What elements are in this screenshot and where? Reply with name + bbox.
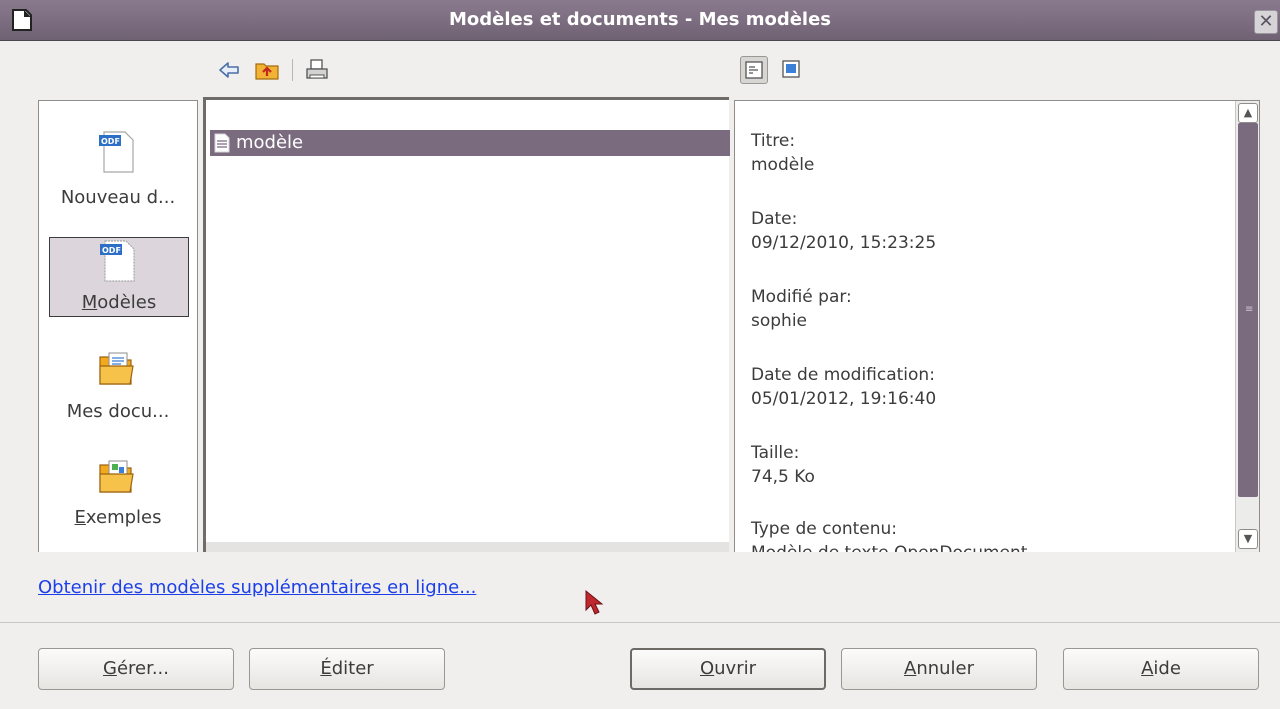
category-panel: ODF Nouveau d... ODF Modèles Mes docu...…: [38, 100, 198, 552]
property-label: Date:: [751, 209, 798, 229]
title-bar: Modèles et documents - Mes modèles ✕: [0, 0, 1280, 41]
open-button[interactable]: Ouvrir: [630, 648, 826, 690]
property-date: Date: 09/12/2010, 15:23:25: [751, 207, 936, 255]
window-title: Modèles et documents - Mes modèles: [448, 9, 832, 30]
category-label: Nouveau d...: [60, 187, 176, 208]
property-modification-date: Date de modification: 05/01/2012, 19:16:…: [751, 363, 936, 411]
property-value: sophie: [751, 311, 808, 331]
property-value: 05/01/2012, 19:16:40: [751, 389, 937, 409]
grip-icon: ≡: [1245, 304, 1254, 315]
document-preview-icon[interactable]: [778, 56, 806, 84]
property-content-type: Type de contenu: Modèle de texte OpenDoc…: [751, 517, 1027, 552]
document-properties-icon[interactable]: [740, 56, 768, 84]
list-item[interactable]: modèle: [210, 130, 730, 156]
folder-up-icon[interactable]: [254, 57, 280, 83]
divider: [0, 622, 1280, 623]
vertical-scrollbar[interactable]: ▲ ≡ ▼: [1235, 101, 1259, 552]
property-value: modèle: [751, 155, 815, 175]
examples-folder-icon: [99, 460, 134, 493]
property-label: Modifié par:: [751, 287, 852, 307]
category-examples[interactable]: Exemples: [39, 457, 197, 537]
back-arrow-icon[interactable]: [216, 57, 242, 83]
property-value: 74,5 Ko: [751, 467, 815, 487]
scrollbar-thumb[interactable]: ≡: [1238, 123, 1258, 497]
scroll-up-icon[interactable]: ▲: [1238, 103, 1258, 123]
odf-document-icon: ODF: [99, 131, 134, 173]
odf-template-icon: ODF: [100, 240, 135, 282]
property-size: Taille: 74,5 Ko: [751, 441, 815, 489]
property-label: Date de modification:: [751, 365, 935, 385]
file-list[interactable]: modèle: [203, 97, 730, 552]
property-title: Titre: modèle: [751, 129, 814, 177]
cancel-button[interactable]: Annuler: [841, 648, 1037, 690]
toolbar-separator: [292, 59, 293, 81]
file-list-footer: [206, 542, 729, 552]
category-label: Exemples: [74, 507, 162, 528]
svg-text:ODF: ODF: [102, 246, 121, 255]
category-label: Modèles: [81, 292, 157, 313]
scroll-down-icon[interactable]: ▼: [1238, 529, 1258, 549]
category-templates[interactable]: ODF Modèles: [49, 237, 189, 317]
category-my-documents[interactable]: Mes docu...: [39, 349, 197, 429]
manage-button[interactable]: Gérer...: [38, 648, 234, 690]
help-button[interactable]: Aide: [1063, 648, 1259, 690]
text-document-icon: [214, 133, 230, 153]
category-label: Mes docu...: [66, 401, 170, 422]
property-value: 09/12/2010, 15:23:25: [751, 233, 937, 253]
svg-text:ODF: ODF: [101, 137, 120, 146]
my-documents-folder-icon: [99, 352, 134, 385]
property-value: Modèle de texte OpenDocument: [751, 541, 1027, 552]
property-label: Type de contenu:: [751, 519, 898, 539]
close-icon[interactable]: ✕: [1254, 10, 1278, 34]
file-name: modèle: [236, 132, 304, 153]
mouse-cursor-icon: [585, 589, 604, 615]
category-new-document[interactable]: ODF Nouveau d...: [39, 129, 197, 219]
property-modified-by: Modifié par: sophie: [751, 285, 852, 333]
print-icon[interactable]: [304, 57, 330, 83]
property-label: Taille:: [751, 443, 800, 463]
edit-button[interactable]: Éditer: [249, 648, 445, 690]
get-more-templates-link[interactable]: Obtenir des modèles supplémentaires en l…: [38, 577, 476, 598]
document-properties-panel: Titre: modèle Date: 09/12/2010, 15:23:25…: [734, 100, 1260, 552]
property-label: Titre:: [751, 131, 796, 151]
